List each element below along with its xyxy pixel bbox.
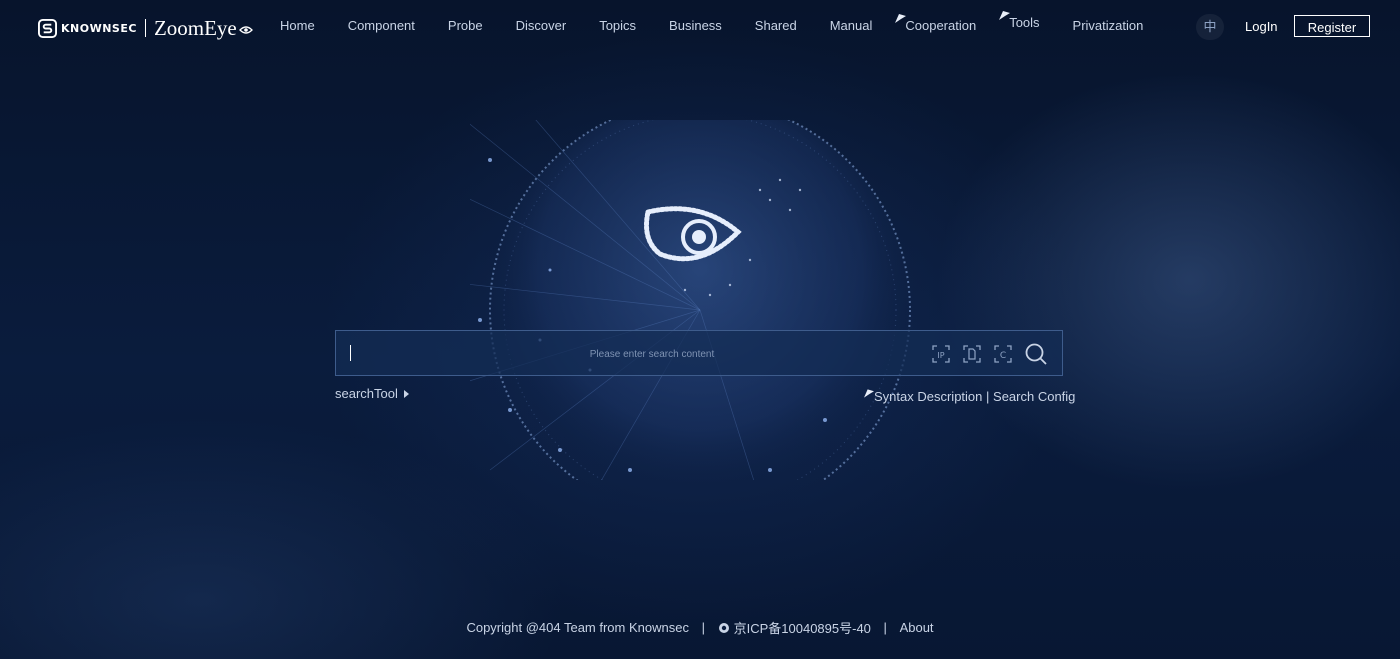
search-input[interactable] <box>360 341 944 367</box>
copyright-text: Copyright @404 Team from Knownsec <box>466 620 689 635</box>
new-flag-icon <box>864 389 874 398</box>
language-switch[interactable]: 中 <box>1196 14 1224 40</box>
search-box: IP C <box>335 330 1063 376</box>
caret-right-icon <box>403 389 409 398</box>
nav-business[interactable]: Business <box>669 18 722 33</box>
nav-component[interactable]: Component <box>348 18 415 33</box>
search-tool-toggle[interactable]: searchTool <box>335 386 409 401</box>
nav-links: Home Component Probe Discover Topics Bus… <box>280 11 1176 33</box>
new-flag-icon <box>895 14 907 23</box>
eye-icon <box>238 26 253 34</box>
search-config-link[interactable]: Search Config <box>993 389 1075 404</box>
nav-shared[interactable]: Shared <box>755 18 797 33</box>
svg-text:C: C <box>1000 351 1006 361</box>
police-badge-icon <box>718 622 729 633</box>
svg-text:IP: IP <box>937 351 944 360</box>
syntax-description-link[interactable]: Syntax Description <box>874 389 982 404</box>
file-search-icon[interactable] <box>962 344 982 364</box>
cert-search-icon[interactable]: C <box>993 344 1013 364</box>
icp-link[interactable]: 京ICP备10040895号-40 <box>734 621 871 636</box>
logo[interactable]: KNOWNSEC ZoomEye <box>38 15 253 41</box>
nav-discover[interactable]: Discover <box>516 18 567 33</box>
top-nav: KNOWNSEC ZoomEye Home Component Probe Di… <box>0 0 1400 54</box>
login-link[interactable]: LogIn <box>1245 19 1278 34</box>
nav-tools-label: Tools <box>1009 15 1040 30</box>
about-link[interactable]: About <box>900 620 934 635</box>
nav-cooperation-label: Cooperation <box>905 18 977 33</box>
footer: Copyright @404 Team from Knownsec | 京ICP… <box>0 618 1400 637</box>
globe-illustration <box>470 120 911 480</box>
text-caret <box>350 345 351 361</box>
nav-privatization[interactable]: Privatization <box>1073 18 1144 33</box>
footer-separator: | <box>701 620 705 635</box>
new-flag-icon <box>999 11 1011 20</box>
nav-topics[interactable]: Topics <box>599 18 636 33</box>
ip-search-icon[interactable]: IP <box>931 344 951 364</box>
nav-home[interactable]: Home <box>280 18 315 33</box>
link-separator: | <box>986 389 990 404</box>
page: KNOWNSEC ZoomEye Home Component Probe Di… <box>0 0 1400 659</box>
nav-cooperation[interactable]: Cooperation <box>895 14 977 33</box>
nav-probe[interactable]: Probe <box>448 18 483 33</box>
register-button[interactable]: Register <box>1294 15 1370 37</box>
nav-manual[interactable]: Manual <box>830 18 873 33</box>
footer-separator: | <box>883 620 887 635</box>
product-name: ZoomEye <box>153 15 237 40</box>
logo-divider <box>144 19 146 37</box>
search-help-links: Syntax Description | Search Config <box>864 389 1075 404</box>
search-icon[interactable] <box>1024 342 1048 366</box>
company-name: KNOWNSEC <box>61 21 137 35</box>
knownsec-logo-icon <box>38 18 57 38</box>
nav-tools[interactable]: Tools <box>999 11 1040 30</box>
search-tool-label: searchTool <box>335 386 398 401</box>
